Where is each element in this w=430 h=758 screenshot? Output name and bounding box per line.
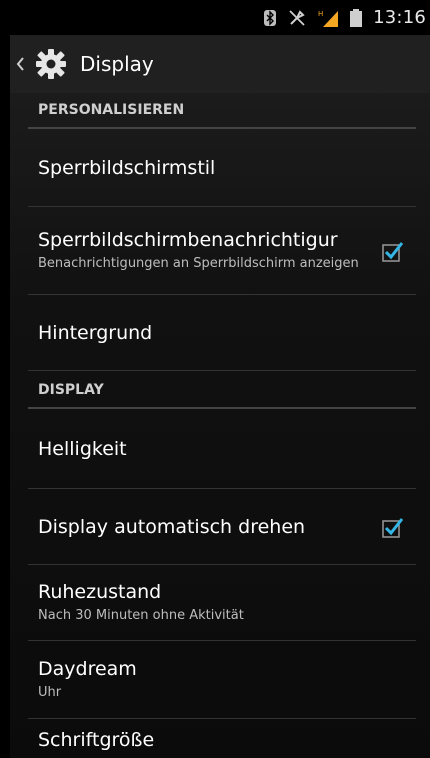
item-label: Daydream <box>38 657 137 680</box>
list-item-lockscreen-style[interactable]: Sperrbildschirmstil <box>28 129 416 207</box>
list-item-daydream[interactable]: Daydream Uhr <box>28 641 416 719</box>
muted-icon <box>287 8 307 28</box>
list-item-brightness[interactable]: Helligkeit <box>28 409 416 489</box>
item-label: Display automatisch drehen <box>38 515 306 538</box>
status-bar: H 13:16 <box>10 0 430 35</box>
section-header-personalisieren: PERSONALISIEREN <box>28 93 416 129</box>
svg-text:H: H <box>318 10 323 18</box>
back-arrow-icon[interactable] <box>10 35 30 93</box>
item-label: Helligkeit <box>38 437 127 460</box>
status-icons: H 13:16 <box>263 0 430 35</box>
signal-icon: H <box>317 8 339 28</box>
list-item-wallpaper[interactable]: Hintergrund <box>28 295 416 371</box>
list-item-auto-rotate[interactable]: Display automatisch drehen <box>28 489 416 565</box>
bluetooth-icon <box>263 8 277 28</box>
item-label: Sperrbildschirmstil <box>38 156 216 179</box>
app-frame: H 13:16 Display PERSONALISIEREN Sperrbil… <box>10 0 430 758</box>
item-summary: Nach 30 Minuten ohne Aktivität <box>38 607 244 623</box>
auto-rotate-checkbox[interactable] <box>382 516 404 538</box>
list-item-lockscreen-notifications[interactable]: Sperrbildschirmbenachrichtigur Benachric… <box>28 207 416 295</box>
status-time: 13:16 <box>373 7 426 28</box>
battery-icon <box>349 8 363 28</box>
item-summary: Uhr <box>38 684 62 700</box>
lockscreen-notifications-checkbox[interactable] <box>382 240 404 262</box>
item-label: Schriftgröße <box>38 729 155 751</box>
settings-list: PERSONALISIEREN Sperrbildschirmstil Sper… <box>10 93 430 758</box>
list-item-sleep[interactable]: Ruhezustand Nach 30 Minuten ohne Aktivit… <box>28 565 416 641</box>
action-bar: Display <box>10 35 430 93</box>
item-label: Sperrbildschirmbenachrichtigur <box>38 228 338 251</box>
list-item-font-size[interactable]: Schriftgröße <box>28 719 416 758</box>
page-title: Display <box>80 52 154 76</box>
settings-gear-icon[interactable] <box>30 35 72 93</box>
item-summary: Benachrichtigungen an Sperrbildschirm an… <box>38 255 359 271</box>
item-label: Hintergrund <box>38 321 153 344</box>
section-header-display: DISPLAY <box>28 373 416 409</box>
item-label: Ruhezustand <box>38 580 162 603</box>
